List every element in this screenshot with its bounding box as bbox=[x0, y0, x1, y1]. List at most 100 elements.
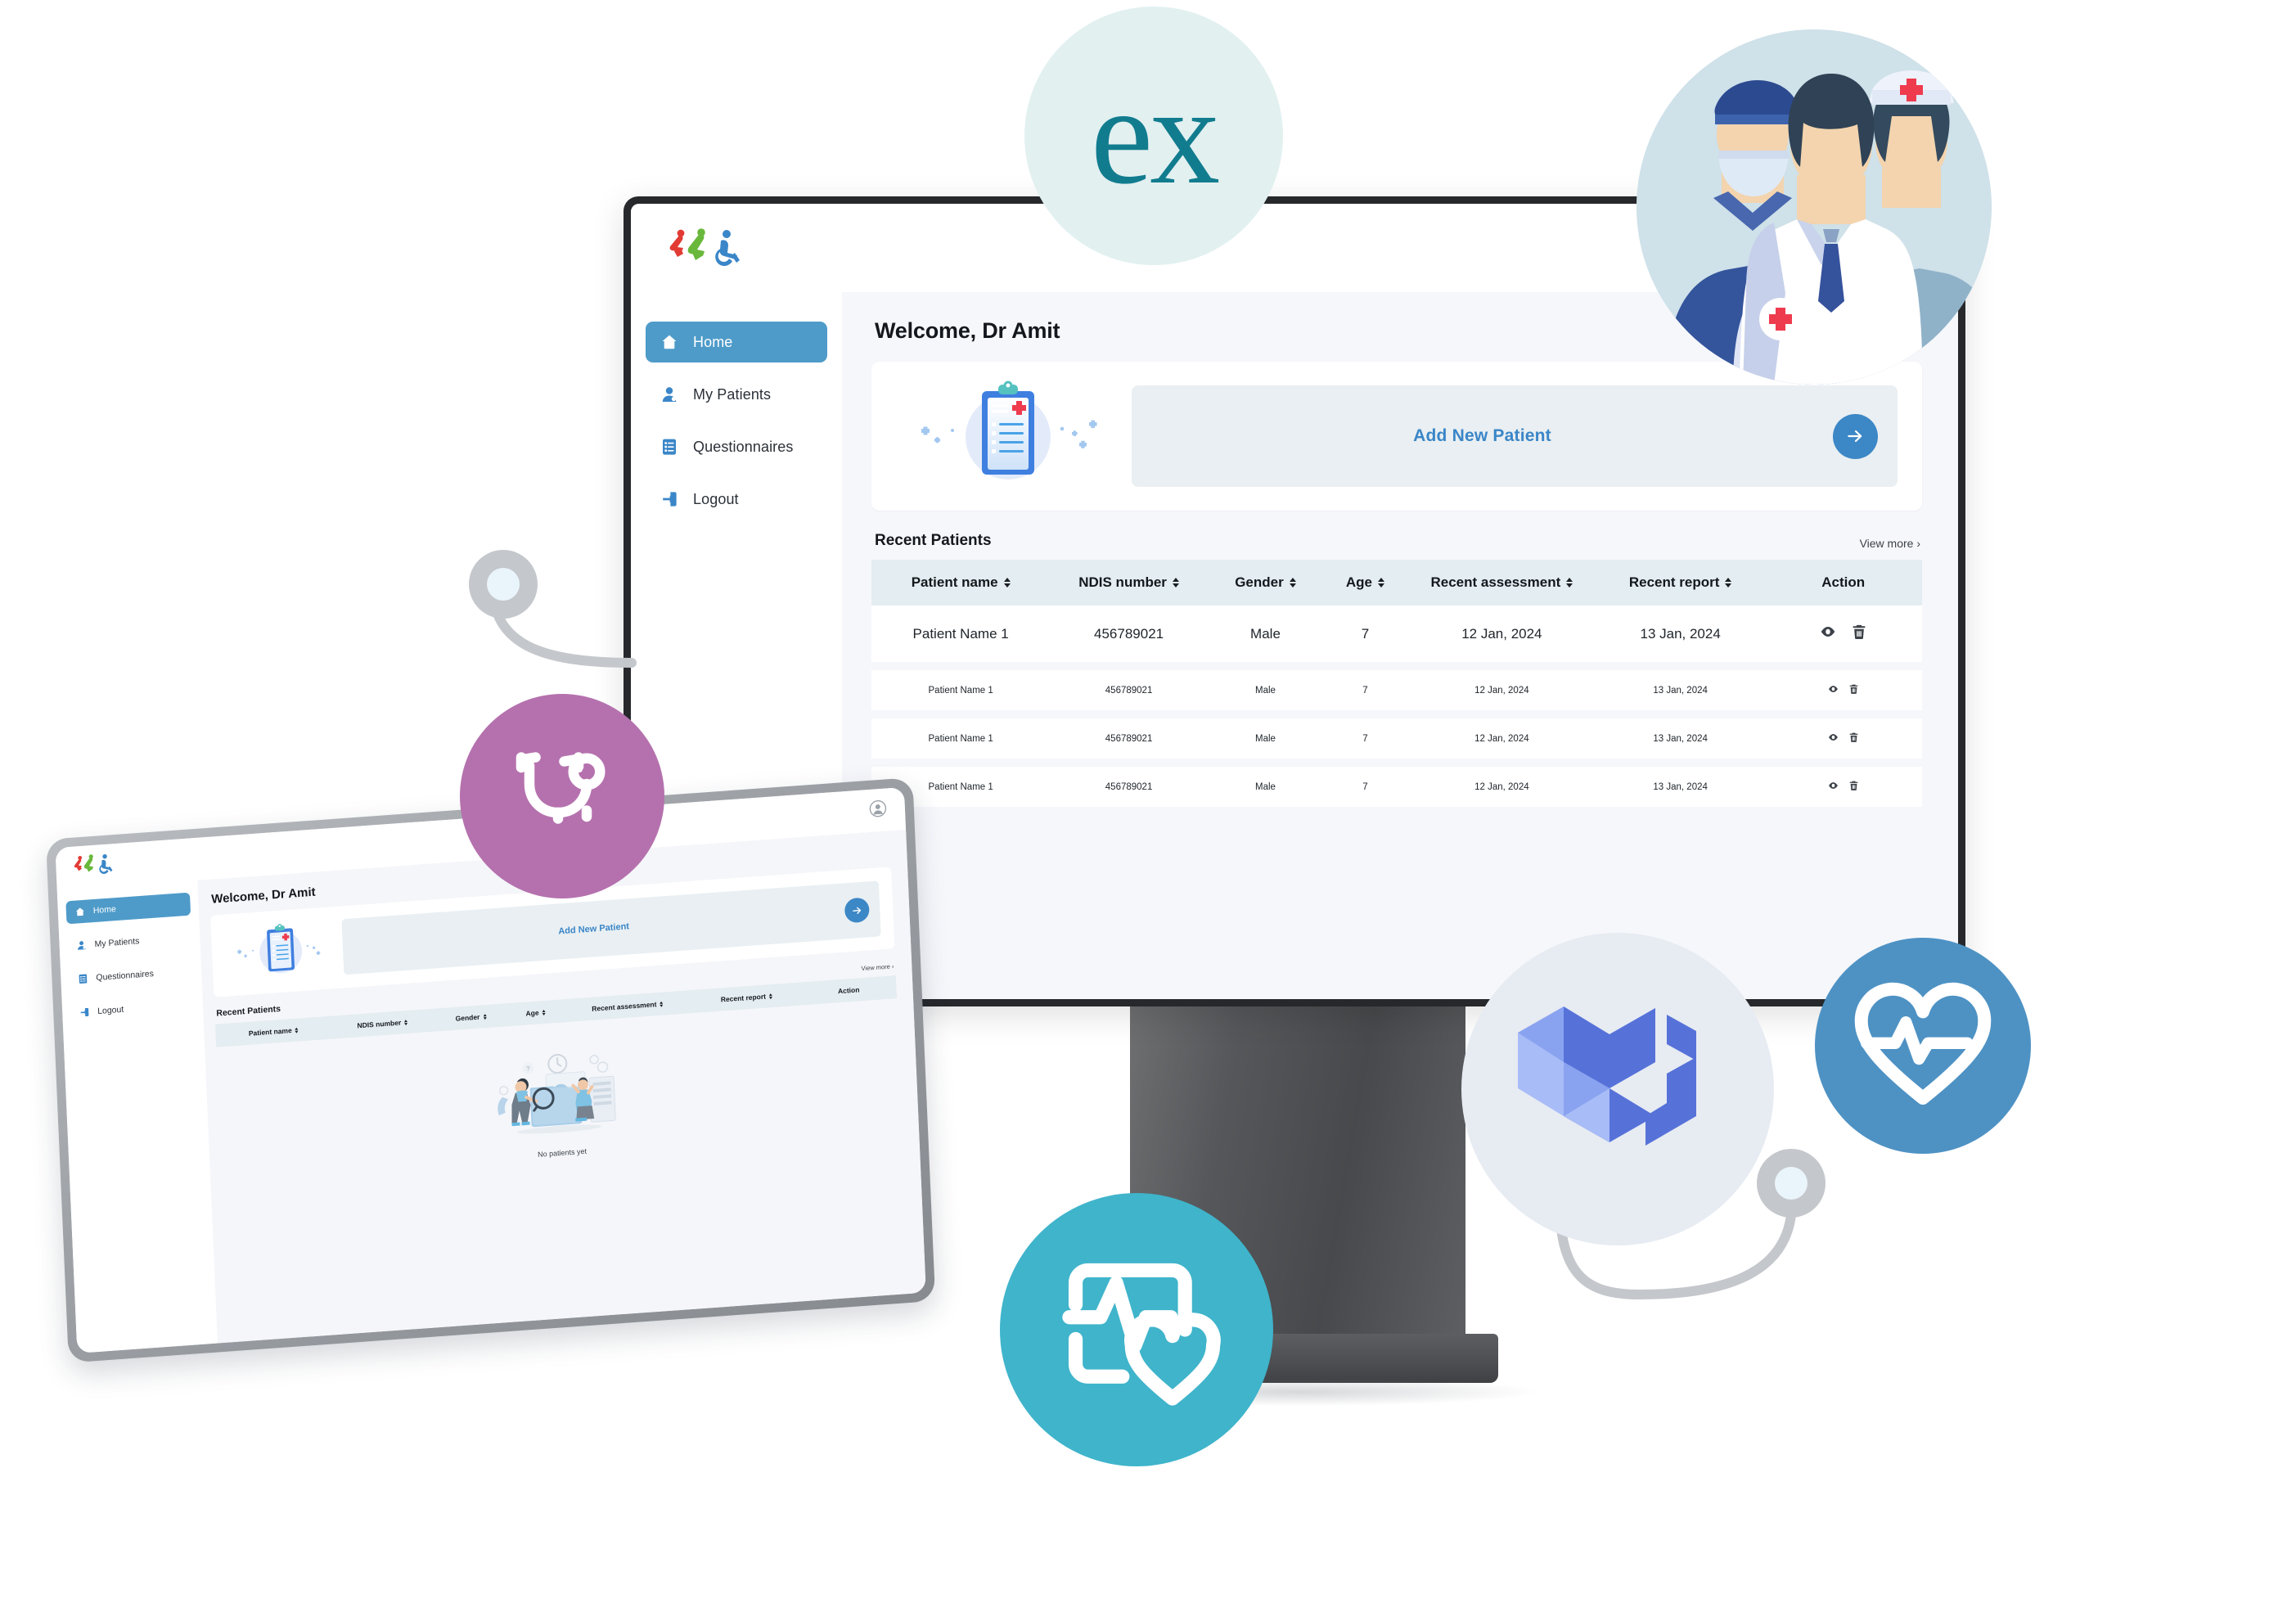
trash-delete-icon[interactable] bbox=[1848, 683, 1860, 696]
eye-view-icon[interactable] bbox=[1827, 683, 1839, 696]
sidebar-item-my-patients[interactable]: My Patients bbox=[646, 374, 827, 415]
cell-gender: Male bbox=[1250, 625, 1281, 642]
sidebar-item-home[interactable]: Home bbox=[646, 322, 827, 362]
add-new-patient-button[interactable]: Add New Patient bbox=[1132, 385, 1898, 487]
cell-age: 7 bbox=[1362, 781, 1368, 792]
sort-icon[interactable] bbox=[404, 1020, 408, 1026]
sort-icon[interactable] bbox=[1172, 578, 1179, 588]
cell-action bbox=[1764, 606, 1922, 662]
accessibility-sport-logo bbox=[72, 853, 115, 880]
trash-delete-icon[interactable] bbox=[1850, 623, 1868, 641]
account-circle-icon[interactable] bbox=[868, 799, 887, 822]
sort-icon[interactable] bbox=[1003, 578, 1011, 588]
material-ui-logo-badge bbox=[1461, 933, 1774, 1245]
tablet-main-content: Welcome, Dr Amit Add New Patient Recent … bbox=[197, 829, 926, 1344]
sort-icon[interactable] bbox=[542, 1010, 546, 1016]
tablet-sidebar-item-label: Logout bbox=[97, 1004, 124, 1017]
tablet-add-new-patient-button[interactable]: Add New Patient bbox=[341, 880, 881, 975]
trash-delete-icon[interactable] bbox=[1848, 780, 1860, 792]
sort-icon[interactable] bbox=[483, 1014, 487, 1020]
arrow-right-icon[interactable] bbox=[844, 897, 870, 924]
main-content: Welcome, Dr Amit Add New Patient Recent … bbox=[842, 292, 1958, 999]
table-row[interactable]: Patient Name 1 456789021 Male 7 12 Jan, 2024… bbox=[871, 767, 1922, 807]
tablet-sidebar-item-label: Questionnaires bbox=[96, 968, 155, 984]
express-logo-badge: ex bbox=[1024, 7, 1283, 265]
cell-gender: Male bbox=[1255, 685, 1276, 696]
cell-ndis-number: 456789021 bbox=[1105, 781, 1153, 792]
tablet-sidebar-item-label: My Patients bbox=[94, 936, 140, 950]
tablet-view-more-link[interactable]: View more › bbox=[861, 962, 894, 972]
wire-connector-inner bbox=[487, 568, 520, 601]
sort-icon[interactable] bbox=[1378, 578, 1385, 588]
clipboard-list-icon bbox=[659, 436, 680, 457]
material-ui-logo bbox=[1518, 1006, 1696, 1146]
cell-age: 7 bbox=[1362, 733, 1368, 744]
table-row[interactable]: Patient Name 1 456789021 Male 7 12 Jan, 2024… bbox=[871, 718, 1922, 759]
arrow-right-icon[interactable] bbox=[1833, 413, 1878, 459]
tablet-sidebar-item-logout[interactable]: Logout bbox=[70, 993, 196, 1025]
medical-team-badge bbox=[1636, 29, 1992, 385]
tablet-sidebar-item-label: Home bbox=[92, 904, 117, 916]
eye-view-icon[interactable] bbox=[1819, 623, 1837, 641]
sidebar-item-questionnaires[interactable]: Questionnaires bbox=[646, 426, 827, 467]
wire-connector-inner bbox=[1775, 1167, 1808, 1200]
add-new-patient-label: Add New Patient bbox=[1413, 426, 1551, 445]
medical-clipboard-illustration bbox=[906, 375, 1110, 498]
column-header-gender[interactable]: Gender bbox=[1208, 560, 1323, 606]
table-row[interactable]: Patient Name 1 456789021 Male 7 12 Jan, 2024… bbox=[871, 606, 1922, 662]
column-header-recent-report[interactable]: Recent report bbox=[1596, 560, 1764, 606]
tablet-empty-state-text: No patients yet bbox=[537, 1146, 588, 1159]
cell-patient-name: Patient Name 1 bbox=[912, 625, 1009, 642]
sort-icon[interactable] bbox=[1725, 578, 1732, 588]
column-header-age[interactable]: Age bbox=[1323, 560, 1407, 606]
stethoscope-badge bbox=[460, 694, 664, 898]
cell-ndis-number: 456789021 bbox=[1105, 685, 1153, 696]
column-header-ndis-number[interactable]: NDIS number bbox=[1050, 560, 1208, 606]
sort-icon[interactable] bbox=[660, 1001, 664, 1008]
trash-delete-icon[interactable] bbox=[1848, 732, 1860, 744]
table-row-separator bbox=[871, 710, 1922, 718]
clipboard-list-icon bbox=[76, 972, 89, 985]
tablet-sidebar-item-home[interactable]: Home bbox=[65, 892, 191, 925]
table-row[interactable]: Patient Name 1 456789021 Male 7 12 Jan, 2024… bbox=[871, 670, 1922, 710]
cell-age: 7 bbox=[1361, 625, 1370, 642]
sort-icon[interactable] bbox=[1566, 578, 1573, 588]
cell-ndis-number: 456789021 bbox=[1094, 625, 1164, 642]
wire-connector-dot-right bbox=[1757, 1149, 1826, 1218]
cell-recent-assessment: 12 Jan, 2024 bbox=[1461, 625, 1542, 642]
tablet-sidebar-item-my-patients[interactable]: My Patients bbox=[67, 926, 192, 958]
tablet-sidebar-item-questionnaires[interactable]: Questionnaires bbox=[69, 960, 194, 992]
eye-view-icon[interactable] bbox=[1827, 732, 1839, 744]
column-header-patient-name[interactable]: Patient name bbox=[871, 560, 1050, 606]
tablet-recent-patients-title: Recent Patients bbox=[216, 1004, 281, 1019]
cell-gender: Male bbox=[1255, 733, 1276, 744]
cell-gender: Male bbox=[1255, 781, 1276, 792]
table-header-row: Patient name NDIS number Gender Age Rece… bbox=[871, 560, 1922, 606]
wire-connector-dot-left bbox=[469, 550, 538, 619]
sort-icon[interactable] bbox=[295, 1027, 299, 1034]
cell-recent-report: 13 Jan, 2024 bbox=[1640, 625, 1721, 642]
cell-recent-report: 13 Jan, 2024 bbox=[1653, 733, 1708, 744]
cell-recent-assessment: 12 Jan, 2024 bbox=[1474, 733, 1529, 744]
sidebar-item-logout[interactable]: Logout bbox=[646, 479, 827, 520]
sort-icon[interactable] bbox=[768, 993, 773, 1000]
cell-age: 7 bbox=[1362, 685, 1368, 696]
cell-recent-assessment: 12 Jan, 2024 bbox=[1474, 685, 1529, 696]
sidebar-item-label: Home bbox=[693, 333, 733, 350]
column-header-recent-assessment[interactable]: Recent assessment bbox=[1407, 560, 1596, 606]
column-header-action: Action bbox=[1821, 574, 1866, 590]
cell-patient-name: Patient Name 1 bbox=[928, 733, 993, 744]
table-row-separator bbox=[871, 662, 1922, 670]
cell-recent-report: 13 Jan, 2024 bbox=[1653, 781, 1708, 792]
tablet-sidebar: Home My Patients Questionnaires Logout bbox=[56, 880, 218, 1353]
accessibility-sport-logo bbox=[667, 228, 744, 266]
recent-patients-header: Recent Patients View more › bbox=[875, 532, 1920, 550]
cell-patient-name: Patient Name 1 bbox=[928, 685, 993, 696]
view-more-link[interactable]: View more › bbox=[1860, 537, 1920, 550]
cell-recent-report: 13 Jan, 2024 bbox=[1653, 685, 1708, 696]
sort-icon[interactable] bbox=[1289, 578, 1296, 588]
eye-view-icon[interactable] bbox=[1827, 780, 1839, 792]
add-patient-card: Add New Patient bbox=[871, 362, 1922, 511]
home-icon bbox=[659, 331, 680, 353]
stethoscope-icon bbox=[515, 752, 606, 824]
